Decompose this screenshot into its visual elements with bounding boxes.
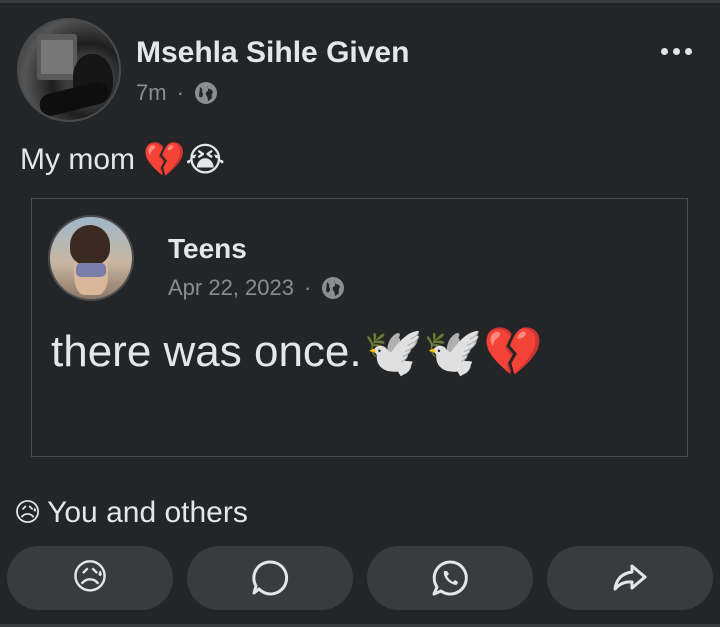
shared-post-date[interactable]: Apr 22, 2023 xyxy=(168,275,294,301)
avatar-photo-top xyxy=(76,263,106,277)
shared-post-emojis: 🕊️🕊️💔 xyxy=(363,324,543,380)
shared-author-avatar[interactable] xyxy=(48,215,134,301)
shared-author-name[interactable]: Teens xyxy=(168,233,247,265)
post-body: My mom 💔😭 xyxy=(20,143,225,177)
reactions-summary[interactable]: 😥 You and others xyxy=(14,496,248,530)
share-icon xyxy=(613,564,647,591)
avatar-photo-screen-light xyxy=(41,40,73,74)
post-time[interactable]: 7m xyxy=(136,80,167,106)
meta-separator: · xyxy=(303,275,312,300)
shared-post-card[interactable]: Teens Apr 22, 2023 · there was once. 🕊️🕊… xyxy=(31,198,688,457)
share-button[interactable] xyxy=(547,546,713,610)
shared-post-text: there was once. xyxy=(51,327,362,376)
comment-icon xyxy=(252,560,289,596)
globe-icon xyxy=(194,82,217,104)
post-meta: 7m · xyxy=(136,80,218,106)
sad-reaction-icon: 😥 xyxy=(14,498,42,528)
author-name[interactable]: Msehla Sihle Given xyxy=(136,36,409,70)
meta-separator: · xyxy=(176,80,184,105)
sad-emoji-icon: 😥 xyxy=(71,557,109,598)
shared-post-body: there was once. 🕊️🕊️💔 xyxy=(51,327,543,377)
globe-icon xyxy=(322,277,345,299)
whatsapp-share-button[interactable] xyxy=(367,546,533,610)
top-divider xyxy=(0,0,720,3)
shared-post-meta: Apr 22, 2023 · xyxy=(168,275,345,301)
post-text: My mom xyxy=(20,143,135,176)
more-dot-icon xyxy=(661,48,668,55)
whatsapp-icon xyxy=(432,560,468,596)
comment-button[interactable] xyxy=(187,546,353,610)
avatar-photo-hair xyxy=(70,225,110,265)
more-options-button[interactable] xyxy=(661,48,692,55)
reactions-text: You and others xyxy=(47,496,248,529)
action-bar: 😥 xyxy=(7,546,713,610)
post-emojis: 💔😭 xyxy=(143,140,226,180)
author-avatar[interactable] xyxy=(17,18,121,122)
more-dot-icon xyxy=(685,48,692,55)
more-dot-icon xyxy=(673,48,680,55)
react-button[interactable]: 😥 xyxy=(7,546,173,610)
